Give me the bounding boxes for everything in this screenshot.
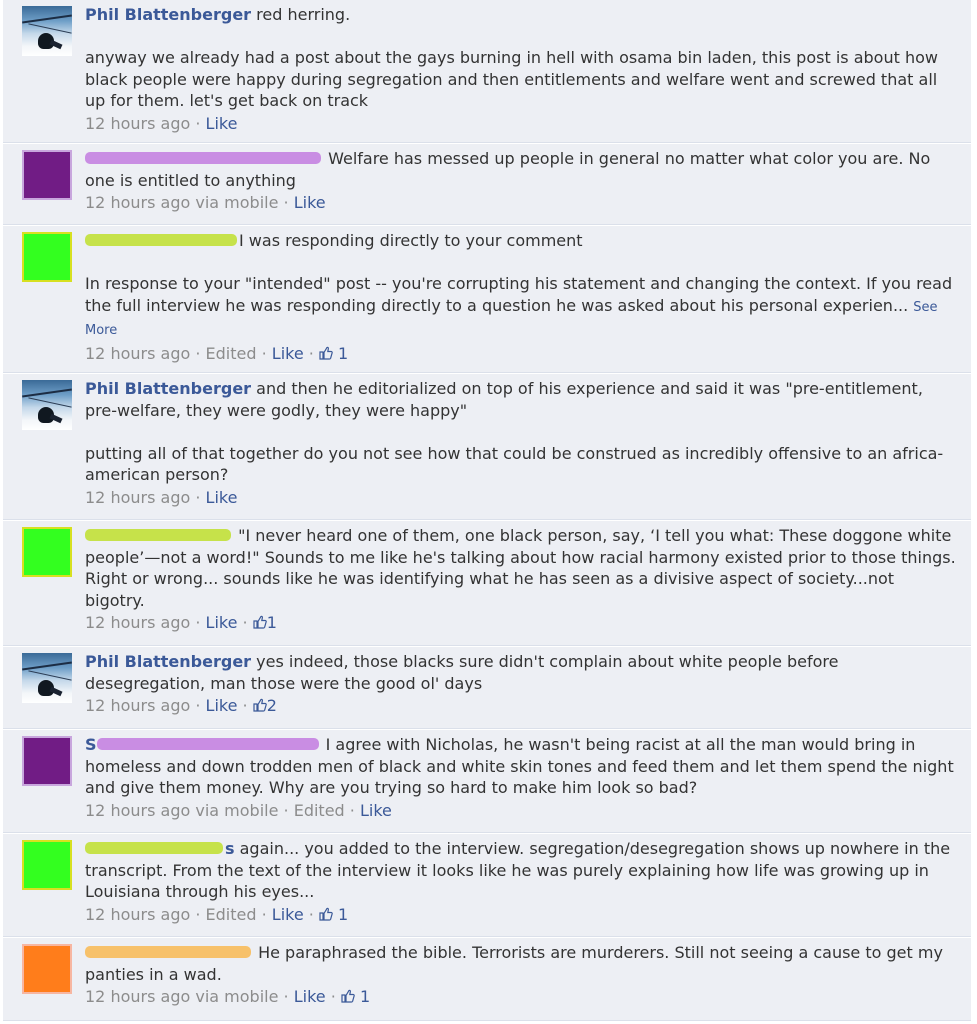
like-count[interactable]: 1 <box>253 613 277 632</box>
comment-text: anyway we already had a post about the g… <box>85 48 938 110</box>
timestamp[interactable]: 12 hours ago <box>85 905 190 924</box>
comment-text: In response to your "intended" post -- y… <box>85 274 953 315</box>
via-mobile: via mobile <box>195 800 279 820</box>
thumbs-up-icon <box>319 346 333 360</box>
timestamp[interactable]: 12 hours ago <box>85 488 190 507</box>
comment-text: I was responding directly to your commen… <box>239 231 583 250</box>
avatar[interactable] <box>22 840 72 890</box>
redacted-author-name <box>85 152 321 164</box>
comment-text: red herring. <box>256 5 351 24</box>
like-link[interactable]: Like <box>206 114 238 133</box>
comment-meta: 12 hours ago · Like · 1 <box>85 613 277 632</box>
like-link[interactable]: Like <box>272 905 304 924</box>
author-name[interactable]: Phil Blattenberger <box>85 379 251 398</box>
like-link[interactable]: Like <box>206 613 238 632</box>
avatar[interactable] <box>22 527 72 577</box>
timestamp[interactable]: 12 hours ago <box>85 344 190 363</box>
edited-label[interactable]: Edited <box>206 344 257 363</box>
edited-label[interactable]: Edited <box>294 801 345 820</box>
comment: Phil Blattenberger red herring. anyway w… <box>3 0 971 143</box>
redacted-author-name <box>96 738 319 750</box>
author-name[interactable]: Phil Blattenberger <box>85 652 251 671</box>
thumbs-up-icon <box>253 615 267 629</box>
edited-label[interactable]: Edited <box>206 905 257 924</box>
like-link[interactable]: Like <box>294 193 326 212</box>
avatar[interactable] <box>22 653 72 703</box>
comment: s again... you added to the interview. s… <box>3 834 971 937</box>
via-mobile: via mobile <box>195 987 279 1006</box>
redacted-author-name <box>85 946 251 958</box>
avatar[interactable] <box>22 944 72 994</box>
author-name[interactable]: S <box>85 735 97 754</box>
comment: S I agree with Nicholas, he wasn't being… <box>3 730 971 833</box>
timestamp[interactable]: 12 hours ago <box>85 801 190 820</box>
like-count[interactable]: 1 <box>341 987 370 1006</box>
avatar[interactable] <box>22 380 72 430</box>
thumbs-up-icon <box>319 907 333 921</box>
comment: I was responding directly to your commen… <box>3 226 971 373</box>
author-name[interactable]: Phil Blattenberger <box>85 5 251 24</box>
like-link[interactable]: Like <box>294 987 326 1006</box>
comment: Welfare has messed up people in general … <box>3 144 971 225</box>
comment: "I never heard one of them, one black pe… <box>3 521 971 646</box>
timestamp[interactable]: 12 hours ago <box>85 193 190 212</box>
like-link[interactable]: Like <box>206 696 238 715</box>
comment-meta: 12 hours ago · Edited · Like · 1 <box>85 904 349 924</box>
comment: Phil Blattenberger yes indeed, those bla… <box>3 647 971 729</box>
thumbs-up-icon <box>253 698 267 712</box>
timestamp[interactable]: 12 hours ago <box>85 613 190 632</box>
comment-meta: 12 hours ago · Edited · Like · 1 <box>85 343 349 363</box>
like-count[interactable]: 1 <box>319 344 348 363</box>
avatar[interactable] <box>22 6 72 56</box>
like-count[interactable]: 2 <box>253 696 277 715</box>
comment-meta: 12 hours ago · Like <box>85 487 238 507</box>
comment: Phil Blattenberger and then he editorial… <box>3 374 971 520</box>
redacted-author-name <box>85 234 237 246</box>
comment-meta: 12 hours ago · Like · 2 <box>85 696 277 715</box>
like-link[interactable]: Like <box>206 488 238 507</box>
like-link[interactable]: Like <box>272 344 304 363</box>
timestamp[interactable]: 12 hours ago <box>85 114 190 133</box>
like-link[interactable]: Like <box>360 801 392 820</box>
comment-text: putting all of that together do you not … <box>85 443 944 485</box>
redacted-author-name <box>85 842 223 854</box>
avatar[interactable] <box>22 736 72 786</box>
comment-meta: 12 hours ago via mobile · Like · 1 <box>85 987 371 1006</box>
timestamp[interactable]: 12 hours ago <box>85 987 190 1006</box>
thumbs-up-icon <box>341 989 355 1003</box>
comment-thread: Phil Blattenberger red herring. anyway w… <box>0 0 977 1024</box>
timestamp[interactable]: 12 hours ago <box>85 696 190 715</box>
via-mobile: via mobile <box>195 193 279 212</box>
avatar[interactable] <box>22 232 72 282</box>
comment-meta: 12 hours ago · Like <box>85 113 238 133</box>
comment-meta: 12 hours ago via mobile · Edited · Like <box>85 800 392 820</box>
like-count[interactable]: 1 <box>319 905 348 924</box>
comment: He paraphrased the bible. Terrorists are… <box>3 938 971 1021</box>
redacted-author-name <box>85 529 231 541</box>
comment-meta: 12 hours ago via mobile · Like <box>85 193 326 212</box>
avatar[interactable] <box>22 150 72 200</box>
